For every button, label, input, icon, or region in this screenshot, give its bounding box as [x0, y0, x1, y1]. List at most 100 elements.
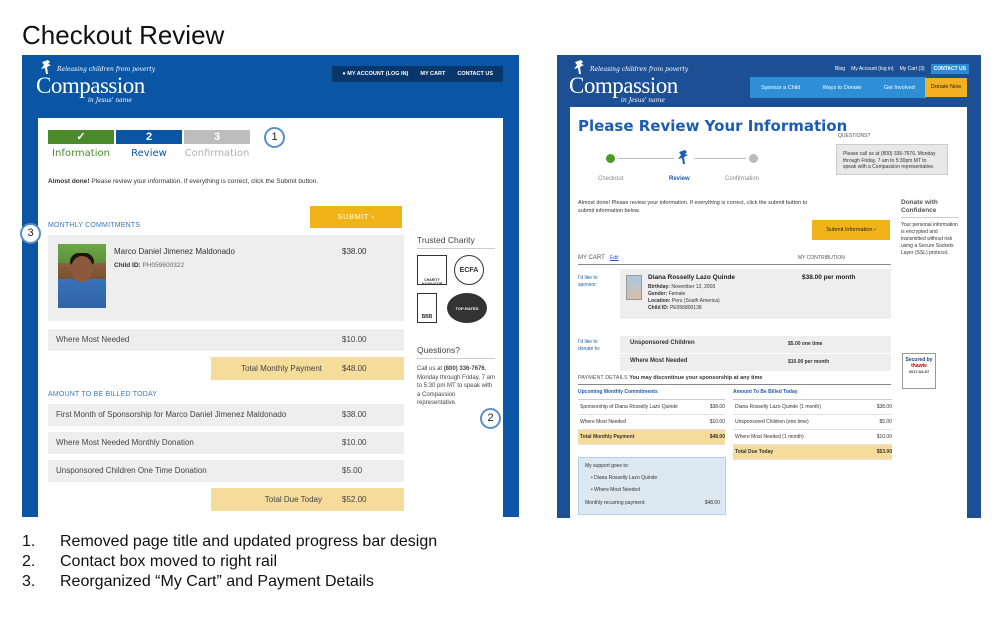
row-value: $5.00 one time	[788, 341, 823, 347]
nav-get-involved[interactable]: Get Involved	[884, 85, 915, 91]
my-cart-header: MY CART Edit MY CONTRIBUTION	[578, 255, 891, 265]
step-confirmation: Confirmation	[725, 176, 760, 182]
step-mark: 3	[184, 130, 250, 144]
account-link[interactable]: ● MY ACCOUNT (LOG IN)	[338, 71, 412, 77]
upcoming-title: Upcoming Monthly Commitments	[578, 389, 725, 400]
row-value: $10.00	[342, 335, 367, 344]
checkout-check-icon	[606, 154, 615, 163]
old-design-mockup: Releasing children from poverty Compassi…	[557, 55, 981, 518]
utility-nav: Blog My Account (log in) My Cart (3) CON…	[835, 64, 969, 74]
child-price: $38.00 per month	[802, 274, 856, 281]
contact-button[interactable]: CONTACT US	[930, 64, 969, 74]
cart-link[interactable]: My Cart (3)	[900, 66, 925, 72]
support-title: My support goes to:	[585, 463, 629, 469]
support-item: • Where Most Needed	[591, 487, 640, 493]
billed-title: Amount To Be Billed Today	[733, 389, 892, 400]
callout-1: 1	[264, 127, 285, 148]
questions-box: Please call us at (800) 336-7676, Monday…	[836, 144, 948, 175]
table-row: Sponsorship of Diana Rosselly Lazo Quind…	[578, 400, 725, 415]
total-row: Total Due Today $53.00	[733, 445, 892, 460]
row-label: Where Most Needed Monthly Donation	[56, 438, 194, 447]
child-id: Child ID: PE056800138	[648, 305, 702, 311]
trust-badges: CHARITY NAVIGATOR ECFA BBB TOP-RATED	[417, 255, 495, 325]
compassion-logo[interactable]: Releasing children from poverty Compassi…	[36, 59, 166, 109]
top-rated-badge[interactable]: TOP-RATED	[447, 293, 487, 323]
step-label: Review	[131, 148, 167, 159]
confirmation-dot-icon	[749, 154, 758, 163]
billed-row: Where Most Needed Monthly Donation $10.0…	[48, 432, 404, 454]
total-monthly-payment: Total Monthly Payment $48.00	[211, 357, 404, 380]
row-value: $5.00	[342, 466, 363, 475]
ecfa-badge[interactable]: ECFA	[454, 255, 484, 285]
logo-tagline: Releasing children from poverty	[590, 66, 689, 73]
table-row: Where Most Needed $10.00	[578, 415, 725, 430]
donate-now-button[interactable]: Donate Now	[925, 78, 967, 97]
logo-sub: in Jesus' name	[621, 97, 665, 104]
step-label: Information	[52, 148, 110, 159]
recurring-label: Monthly recurring payment:	[585, 500, 646, 506]
step-confirmation: 3 Confirmation	[184, 130, 250, 159]
blog-link[interactable]: Blog	[835, 66, 845, 72]
new-design-mockup: Releasing children from poverty Compassi…	[22, 55, 519, 517]
donation-row: Where Most Needed $10.00 per month	[620, 354, 891, 372]
total-value: $48.00	[342, 364, 367, 373]
logo-tagline: Releasing children from poverty	[57, 66, 156, 73]
edit-link[interactable]: Edit	[610, 255, 619, 261]
row-label: Unsponsored Children One Time Donation	[56, 466, 207, 475]
child-location: Location: Peru (South America)	[648, 298, 720, 304]
progress-bar: ✓ Information 2 Review 3 Confirmation	[48, 130, 250, 159]
billed-row: Unsponsored Children One Time Donation $…	[48, 460, 404, 482]
child-gender: Gender: Female	[648, 291, 686, 297]
thawte-seal[interactable]: Secured by thawte 2017-04-07	[902, 353, 936, 389]
my-cart-title: MY CART	[578, 255, 605, 261]
table-row: Diana Rosselly Lazo Quinde (1 month) $38.…	[733, 400, 892, 415]
payment-details-title: PAYMENT DETAILS You may discontinue your…	[578, 375, 763, 381]
compassion-logo[interactable]: Releasing children from poverty Compassi…	[569, 59, 689, 105]
nav-donate-ways[interactable]: Ways to Donate	[823, 85, 862, 91]
cart-child-card: Diana Rosselly Lazo Quinde Birthday: Nov…	[620, 269, 891, 319]
questions-text: Call us at (800) 336-7676, Monday throug…	[417, 366, 495, 406]
child-photo	[58, 244, 106, 308]
logo-sub: in Jesus' name	[88, 97, 132, 104]
charity-navigator-badge[interactable]: CHARITY NAVIGATOR	[417, 255, 447, 286]
row-value: $10.00	[342, 438, 367, 447]
step-label: Confirmation	[184, 148, 250, 159]
step-information: ✓ Information	[48, 130, 114, 159]
top-nav: ● MY ACCOUNT (LOG IN) MY CART CONTACT US	[332, 66, 503, 82]
sponsor-label: I'd like to sponsor:	[578, 275, 598, 288]
contact-link[interactable]: CONTACT US	[453, 71, 497, 77]
child-name: Marco Daniel Jimenez Maldonado	[114, 247, 235, 256]
step-review: 2 Review	[116, 130, 182, 159]
callout-2: 2	[480, 408, 501, 429]
child-card: Marco Daniel Jimenez Maldonado Child ID:…	[48, 235, 404, 321]
almost-done-text: Almost done! Please review your informat…	[578, 200, 808, 214]
submit-info-button[interactable]: Submit Information ›	[812, 220, 890, 240]
bbb-badge[interactable]: BBB	[417, 293, 437, 323]
step-checkout: Checkout	[598, 176, 624, 182]
questions-label: QUESTIONS?	[838, 133, 871, 139]
total-label: Total Monthly Payment	[241, 364, 322, 373]
row-value: $10.00 per month	[788, 359, 830, 365]
step-review: Review	[669, 176, 690, 182]
total-due-today: Total Due Today $52.00	[211, 488, 404, 511]
support-item: • Diana Rosselly Lazo Quinde	[591, 475, 658, 481]
child-price: $38.00	[342, 247, 367, 256]
total-label: Total Due Today	[264, 495, 322, 504]
total-value: $52.00	[342, 495, 367, 504]
progress-steps: Checkout Review Confirmation	[594, 149, 764, 183]
submit-button[interactable]: SUBMIT ›	[310, 206, 402, 228]
where-most-needed-row: Where Most Needed $10.00	[48, 329, 404, 351]
recurring-value: $48.00	[704, 500, 720, 506]
trusted-charity-rail: Trusted Charity	[417, 235, 495, 249]
cart-link[interactable]: MY CART	[416, 71, 449, 77]
donation-row: Unsponsored Children $5.00 one time	[620, 336, 891, 354]
confidence-text: Your personal information is encrypted a…	[901, 222, 958, 256]
my-cart: MY CART Edit MY CONTRIBUTION	[578, 255, 891, 265]
nav-sponsor[interactable]: Sponsor a Child	[761, 85, 800, 91]
upcoming-commitments: Upcoming Monthly Commitments Sponsorship…	[578, 389, 725, 445]
step-mark: ✓	[48, 130, 114, 144]
page-title: Checkout Review	[22, 20, 225, 50]
row-value: $38.00	[342, 410, 367, 419]
child-photo	[626, 275, 642, 300]
account-link[interactable]: My Account (log in)	[851, 66, 894, 72]
